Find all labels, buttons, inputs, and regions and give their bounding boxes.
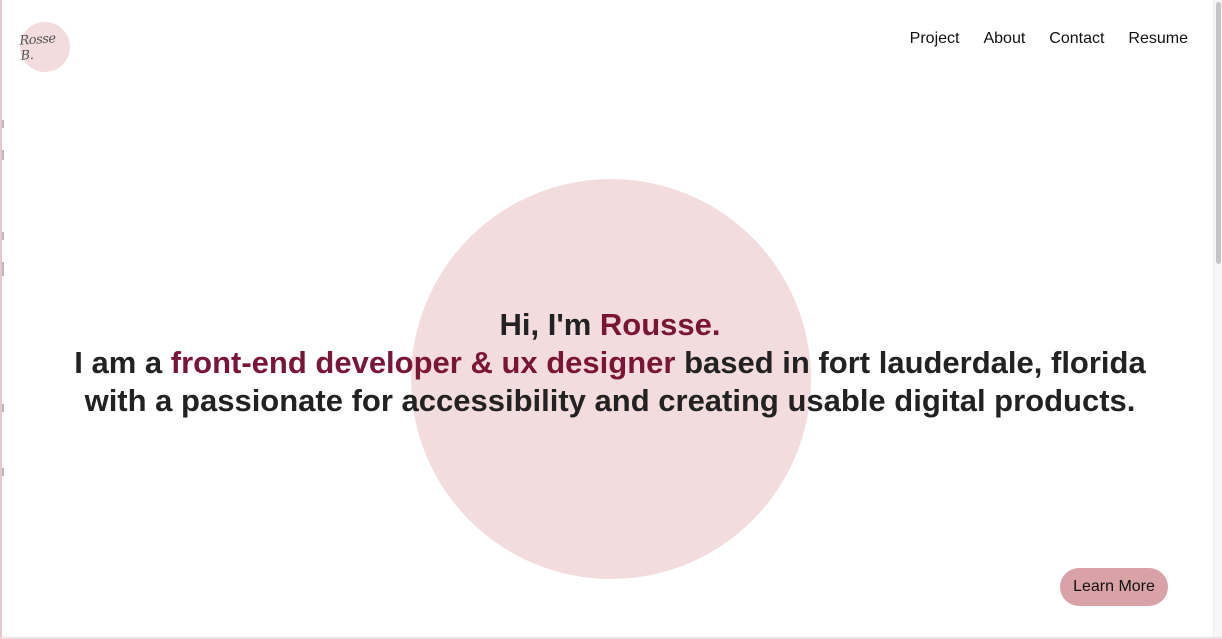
scrollbar-thumb[interactable] [1216, 2, 1221, 264]
hero-line-passion: with a passionate for accessibility and … [84, 383, 1136, 418]
logo-link[interactable]: Rosse B. [19, 22, 70, 72]
main-nav: Project About Contact Resume [910, 30, 1188, 48]
intro-suffix: based in fort lauderdale, florida [675, 345, 1146, 380]
vertical-scrollbar[interactable] [1213, 0, 1222, 637]
hero-heading: Hi, I'm Rousse. I am a front-end develop… [2, 306, 1218, 420]
hero-line-greeting: Hi, I'm Rousse. [2, 306, 1218, 344]
intro-prefix: I am a [74, 345, 171, 380]
greeting-prefix: Hi, I'm [499, 307, 600, 342]
nav-link-contact[interactable]: Contact [1049, 30, 1104, 48]
page: Rosse B. Project About Contact Resume Hi… [0, 0, 1222, 639]
nav-link-project[interactable]: Project [910, 30, 960, 48]
nav-link-resume[interactable]: Resume [1128, 30, 1188, 48]
hero-role: front-end developer & ux designer [170, 345, 676, 380]
hero-line-intro: I am a front-end developer & ux designer… [2, 344, 1218, 382]
hero-name: Rousse. [599, 307, 721, 342]
nav-link-about[interactable]: About [983, 30, 1025, 48]
learn-more-button[interactable]: Learn More [1060, 568, 1168, 606]
logo-signature: Rosse B. [19, 31, 57, 64]
